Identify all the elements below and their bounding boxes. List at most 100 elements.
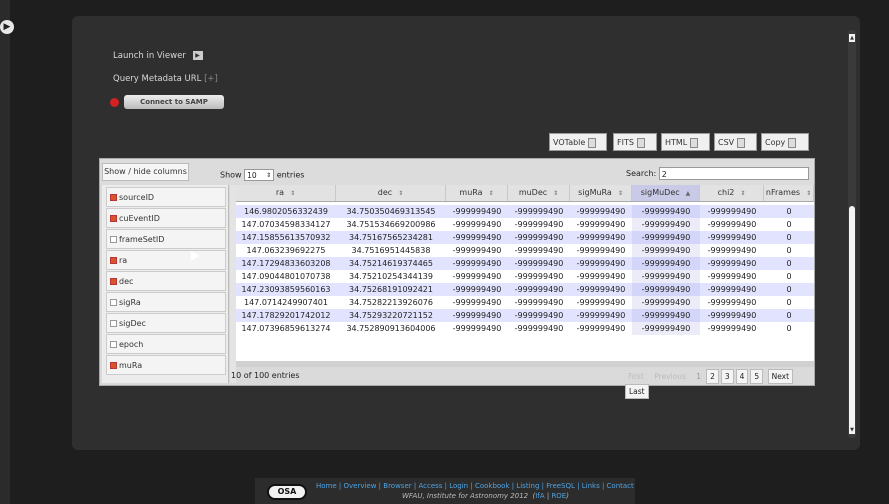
table-cell: -999999490: [514, 272, 564, 281]
column-header-label: muRa: [459, 188, 483, 197]
footer-link[interactable]: Cookbook: [475, 482, 510, 490]
column-toggle[interactable]: epoch: [106, 334, 226, 354]
footer-link[interactable]: Login: [449, 482, 468, 490]
table-row: 147.23093859560163 34.75268191092421 -9999…: [236, 283, 814, 296]
column-toggle[interactable]: sigRa: [106, 292, 226, 312]
footer-link-ifa[interactable]: IfA: [535, 492, 544, 500]
html-button[interactable]: HTML: [661, 133, 710, 151]
first-page-button[interactable]: First: [625, 370, 647, 383]
column-toggle[interactable]: cuEventID: [106, 208, 226, 228]
scroll-down-icon[interactable]: ▼: [849, 426, 855, 434]
search-input[interactable]: 2: [658, 167, 809, 180]
footer-link[interactable]: Browser: [383, 482, 411, 490]
column-toggle[interactable]: ra: [106, 250, 226, 270]
results-table: ra ⇕ dec ⇕ muRa ⇕ muDec ⇕ sigMuRa ⇕ sigMuDec ▲ chi2 ⇕…: [236, 185, 814, 361]
show-hide-columns-button[interactable]: Show / hide columns: [102, 163, 189, 181]
column-header[interactable]: dec ⇕: [336, 185, 446, 201]
next-page-button[interactable]: Next: [767, 369, 794, 384]
html-label: HTML: [665, 138, 688, 147]
table-cell: 34.75210254344139: [349, 272, 433, 281]
votable-button[interactable]: VOTable: [549, 133, 607, 151]
column-toggle-label: frameSetID: [119, 235, 165, 244]
table-cell: 147.17829201742012: [241, 311, 331, 320]
footer-link[interactable]: Access: [418, 482, 442, 490]
table-cell: -999999490: [632, 218, 700, 231]
votable-label: VOTable: [553, 138, 586, 147]
table-row: 146.9802056332439 34.750350469313545 -9999…: [236, 205, 814, 218]
copy-button[interactable]: Copy: [761, 133, 809, 151]
table-cell: 146.9802056332439: [244, 207, 328, 216]
query-metadata-toggle[interactable]: [+]: [204, 74, 218, 84]
table-cell: -999999490: [632, 296, 700, 309]
column-toggle[interactable]: frameSetID: [106, 229, 226, 249]
page-number-button[interactable]: 5: [750, 369, 764, 384]
table-cell: 0: [786, 220, 792, 229]
scrollbar-thumb[interactable]: [849, 206, 855, 434]
sort-icon: ⇕: [740, 190, 746, 197]
sort-icon: ⇕: [398, 190, 404, 197]
checkbox-icon[interactable]: [110, 278, 117, 285]
column-toggle[interactable]: sourceID: [106, 187, 226, 207]
column-header-label: ra: [275, 188, 285, 197]
column-header[interactable]: sigMuRa ⇕: [570, 185, 632, 201]
column-header[interactable]: nFrames ⇕: [764, 185, 814, 201]
column-header[interactable]: muDec ⇕: [508, 185, 570, 201]
checkbox-icon[interactable]: [110, 320, 117, 327]
table-cell: -999999490: [514, 207, 564, 216]
table-cell: -999999490: [632, 270, 700, 283]
checkbox-icon[interactable]: [110, 362, 117, 369]
play-icon[interactable]: ▶: [192, 51, 203, 60]
search-label: Search:: [626, 169, 657, 178]
chevron-right-icon[interactable]: ▶: [0, 20, 14, 34]
osa-logo: OSA: [267, 484, 307, 500]
connect-samp-button[interactable]: Connect to SAMP: [124, 95, 224, 109]
column-header[interactable]: sigMuDec ▲: [632, 185, 700, 201]
table-cell: -999999490: [452, 324, 502, 333]
table-cell: -999999490: [576, 324, 626, 333]
checkbox-icon[interactable]: [110, 194, 117, 201]
page-number-button[interactable]: 4: [735, 369, 749, 384]
query-metadata-url[interactable]: Query Metadata URL [+]: [113, 74, 218, 84]
panel-scrollbar[interactable]: ▲ ▼: [848, 30, 856, 438]
checkbox-icon[interactable]: [110, 236, 117, 243]
page-length-select[interactable]: 10 ⇕: [244, 169, 275, 181]
checkbox-icon[interactable]: [110, 215, 117, 222]
checkbox-icon[interactable]: [110, 341, 117, 348]
fits-button[interactable]: FITS: [613, 133, 657, 151]
table-info: 10 of 100 entries: [231, 371, 300, 380]
footer-link[interactable]: Contact: [607, 482, 634, 490]
table-cell: -999999490: [576, 298, 626, 307]
column-toggle[interactable]: sigDec: [106, 313, 226, 333]
page-number-button[interactable]: 1: [693, 370, 704, 383]
footer-credit-text: WFAU, Institute for Astronomy 2012: [402, 492, 529, 500]
table-cell: 0: [786, 272, 792, 281]
column-toggle[interactable]: muRa: [106, 355, 226, 375]
checkbox-icon[interactable]: [110, 257, 117, 264]
table-cell: 0: [786, 324, 792, 333]
column-header[interactable]: muRa ⇕: [446, 185, 508, 201]
footer-link-roe[interactable]: ROE: [551, 492, 566, 500]
footer-link[interactable]: Links: [582, 482, 600, 490]
previous-page-button[interactable]: Previous: [651, 370, 689, 383]
table-row: 147.07396859613274 34.752890913604006 -999…: [236, 322, 814, 335]
column-header[interactable]: ra ⇕: [236, 185, 336, 201]
footer-link[interactable]: Listing: [516, 482, 539, 490]
table-cell: -999999490: [514, 233, 564, 242]
checkbox-icon[interactable]: [110, 299, 117, 306]
page-length-control: Show 10 ⇕ entries: [220, 169, 304, 181]
table-cell: 147.07396859613274: [241, 324, 331, 333]
page-number-button[interactable]: 3: [720, 369, 734, 384]
scroll-up-icon[interactable]: ▲: [849, 34, 855, 42]
column-header-label: dec: [377, 188, 393, 197]
table-header: ra ⇕ dec ⇕ muRa ⇕ muDec ⇕ sigMuRa ⇕ sigMuDec ▲ chi2 ⇕…: [236, 185, 814, 202]
last-page-button[interactable]: Last: [625, 384, 649, 399]
table-cell: -999999490: [576, 233, 626, 242]
launch-in-viewer[interactable]: Launch in Viewer ▶: [113, 51, 203, 61]
column-header[interactable]: chi2 ⇕: [700, 185, 764, 201]
column-toggle[interactable]: dec: [106, 271, 226, 291]
csv-button[interactable]: CSV: [714, 133, 757, 151]
page-number-button[interactable]: 2: [706, 369, 719, 384]
footer-link[interactable]: FreeSQL: [546, 482, 575, 490]
footer-link[interactable]: Overview: [343, 482, 376, 490]
footer-link[interactable]: Home: [316, 482, 337, 490]
